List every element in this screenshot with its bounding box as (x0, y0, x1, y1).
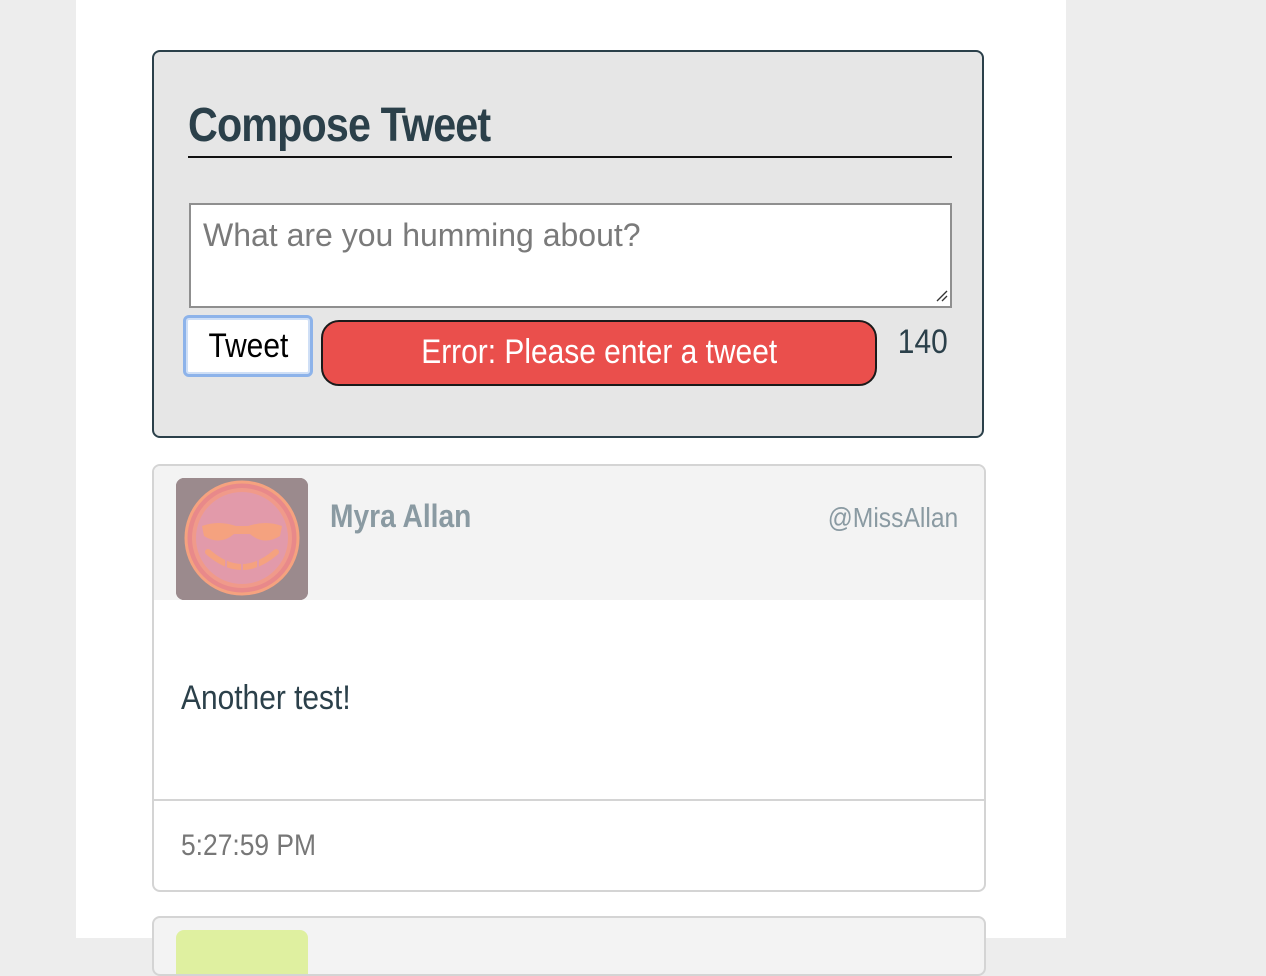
tweet-textarea[interactable] (189, 203, 952, 308)
character-counter-value: 140 (898, 323, 948, 361)
tweet-timestamp: 5:27:59 PM (181, 829, 317, 862)
compose-tweet-panel: Compose Tweet Tweet Error: Please enter … (152, 50, 984, 438)
tweet-content: Another test! (181, 679, 351, 717)
tweet-submit-label: Tweet (208, 327, 288, 365)
title-underline (188, 156, 952, 158)
tweet-card: Myra Allan @MissAllan Another test! 5:27… (152, 464, 986, 892)
tweet-author-handle: @MissAllan (827, 502, 958, 533)
compose-title: Compose Tweet (188, 99, 491, 152)
error-message-text: Error: Please enter a tweet (421, 333, 777, 371)
tweet-author-name: Myra Allan (330, 498, 472, 534)
tweet-card (152, 916, 986, 976)
smiling-face-with-sunglasses-avatar-icon (176, 478, 308, 600)
tweet-header: Myra Allan @MissAllan (154, 466, 984, 600)
character-counter: 140 (891, 320, 948, 364)
avatar-icon (176, 930, 308, 974)
tweet-submit-button[interactable]: Tweet (183, 315, 313, 377)
tweet-footer-divider (154, 799, 984, 801)
error-message: Error: Please enter a tweet (321, 320, 877, 386)
